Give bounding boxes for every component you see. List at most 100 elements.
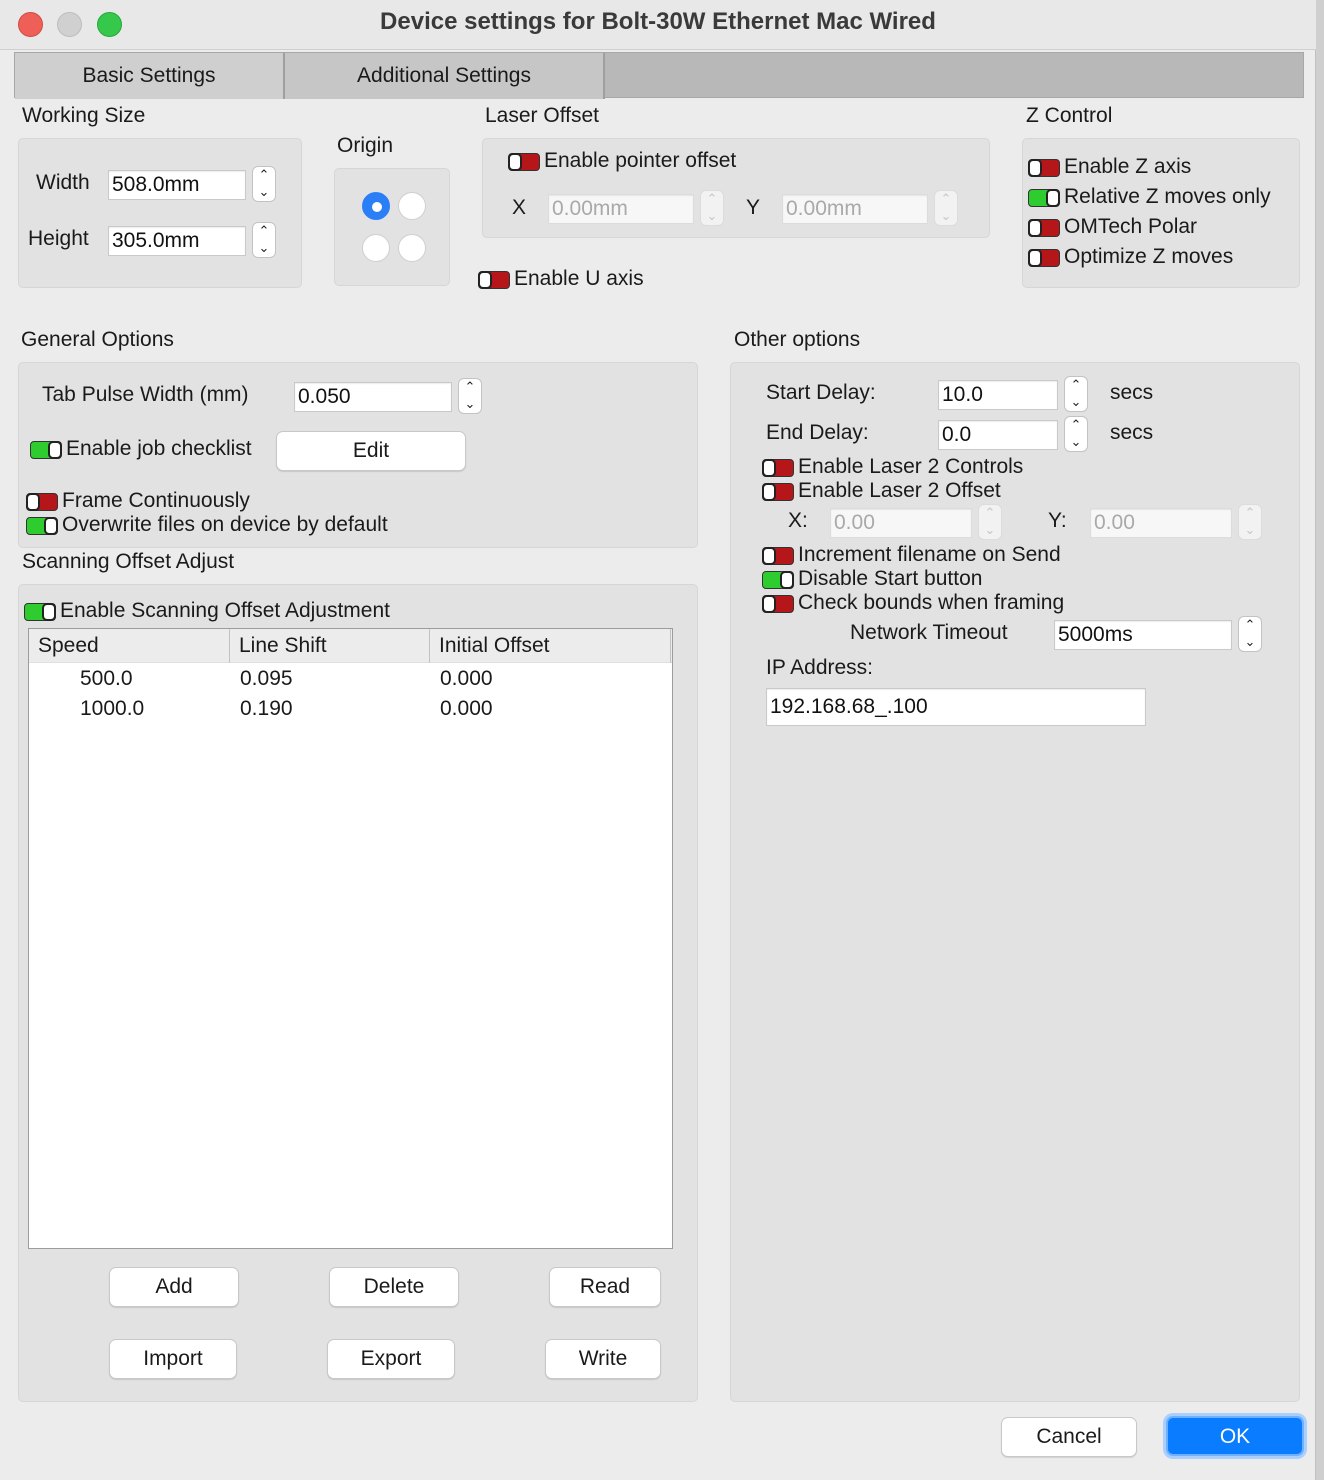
cell-initial-offset: 0.000 — [440, 697, 493, 720]
network-timeout-label: Network Timeout — [850, 621, 1008, 644]
working-size-title: Working Size — [22, 104, 146, 127]
device-settings-window: Device settings for Bolt-30W Ethernet Ma… — [0, 0, 1316, 1480]
height-label: Height — [28, 227, 89, 250]
tab-pulse-stepper[interactable]: ⌃ ⌄ — [458, 378, 482, 414]
end-delay-input[interactable]: 0.0 — [938, 420, 1058, 450]
cancel-button[interactable]: Cancel — [1001, 1417, 1137, 1457]
disable-start-toggle[interactable] — [762, 571, 794, 589]
end-delay-unit: secs — [1110, 421, 1154, 444]
cell-initial-offset: 0.000 — [440, 667, 493, 690]
job-checklist-toggle[interactable] — [30, 441, 62, 459]
width-label: Width — [36, 171, 90, 194]
scanning-offset-table[interactable]: Speed Line Shift Initial Offset 500.0 0.… — [28, 628, 673, 1249]
origin-top-right-radio[interactable] — [398, 192, 426, 220]
cell-line-shift: 0.190 — [240, 697, 293, 720]
pointer-offset-toggle[interactable] — [508, 153, 540, 171]
ip-address-label: IP Address: — [766, 656, 874, 679]
offset-y-label: Y — [746, 196, 761, 219]
check-bounds-label: Check bounds when framing — [798, 591, 1065, 614]
z-control-title: Z Control — [1026, 104, 1113, 127]
offset-x-stepper[interactable]: ⌃ ⌄ — [700, 190, 724, 226]
increment-filename-label: Increment filename on Send — [798, 543, 1061, 566]
origin-bottom-left-radio[interactable] — [362, 234, 390, 262]
laser2-y-stepper[interactable]: ⌃ ⌄ — [1238, 504, 1262, 540]
laser2-x-label: X: — [788, 509, 808, 532]
u-axis-label: Enable U axis — [514, 267, 644, 290]
enable-z-axis-toggle[interactable] — [1028, 159, 1060, 177]
network-timeout-input[interactable]: 5000ms — [1054, 620, 1232, 650]
write-button[interactable]: Write — [545, 1339, 661, 1379]
tab-pulse-input[interactable]: 0.050 — [294, 382, 452, 412]
network-timeout-stepper[interactable]: ⌃ ⌄ — [1238, 616, 1262, 652]
laser2-y-input[interactable]: 0.00 — [1090, 508, 1232, 538]
title-bar: Device settings for Bolt-30W Ethernet Ma… — [0, 0, 1316, 50]
origin-title: Origin — [337, 134, 394, 157]
cell-speed: 1000.0 — [80, 697, 145, 720]
width-stepper[interactable]: ⌃ ⌄ — [252, 166, 276, 202]
column-header-line-shift[interactable]: Line Shift — [230, 629, 430, 663]
end-delay-label: End Delay: — [766, 421, 869, 444]
start-delay-input[interactable]: 10.0 — [938, 380, 1058, 410]
height-stepper[interactable]: ⌃ ⌄ — [252, 222, 276, 258]
laser2-controls-toggle[interactable] — [762, 459, 794, 477]
laser2-y-label: Y: — [1048, 509, 1067, 532]
offset-y-stepper[interactable]: ⌃ ⌄ — [934, 190, 958, 226]
laser2-offset-toggle[interactable] — [762, 483, 794, 501]
delete-button[interactable]: Delete — [329, 1267, 459, 1307]
working-size-group — [18, 138, 302, 288]
relative-z-label: Relative Z moves only — [1064, 185, 1271, 208]
tab-basic-settings[interactable]: Basic Settings — [15, 53, 285, 99]
ok-button[interactable]: OK — [1166, 1416, 1304, 1456]
offset-y-input[interactable]: 0.00mm — [782, 194, 928, 224]
cell-line-shift: 0.095 — [240, 667, 293, 690]
offset-x-input[interactable]: 0.00mm — [548, 194, 694, 224]
column-header-speed[interactable]: Speed — [29, 629, 230, 663]
scanning-offset-title: Scanning Offset Adjust — [22, 550, 235, 573]
overwrite-files-toggle[interactable] — [26, 517, 58, 535]
job-checklist-label: Enable job checklist — [66, 437, 252, 460]
check-bounds-toggle[interactable] — [762, 595, 794, 613]
frame-continuously-toggle[interactable] — [26, 493, 58, 511]
ip-address-input[interactable]: 192.168.68_.100 — [766, 688, 1146, 726]
tab-pulse-label: Tab Pulse Width (mm) — [42, 383, 249, 406]
import-button[interactable]: Import — [109, 1339, 237, 1379]
laser2-controls-label: Enable Laser 2 Controls — [798, 455, 1024, 478]
table-header: Speed Line Shift Initial Offset — [29, 629, 672, 663]
scanning-offset-label: Enable Scanning Offset Adjustment — [60, 599, 390, 622]
laser2-x-input[interactable]: 0.00 — [830, 508, 972, 538]
tab-additional-settings[interactable]: Additional Settings — [285, 53, 605, 99]
optimize-z-label: Optimize Z moves — [1064, 245, 1234, 268]
origin-top-left-radio[interactable] — [362, 192, 390, 220]
u-axis-toggle[interactable] — [478, 271, 510, 289]
height-input[interactable]: 305.0mm — [108, 226, 246, 256]
overwrite-files-label: Overwrite files on device by default — [62, 513, 388, 536]
start-delay-stepper[interactable]: ⌃ ⌄ — [1064, 376, 1088, 412]
omtech-polar-label: OMTech Polar — [1064, 215, 1198, 238]
edit-checklist-button[interactable]: Edit — [276, 431, 466, 471]
start-delay-unit: secs — [1110, 381, 1154, 404]
start-delay-label: Start Delay: — [766, 381, 876, 404]
laser2-x-stepper[interactable]: ⌃ ⌄ — [978, 504, 1002, 540]
disable-start-label: Disable Start button — [798, 567, 983, 590]
laser-offset-title: Laser Offset — [485, 104, 600, 127]
export-button[interactable]: Export — [327, 1339, 455, 1379]
increment-filename-toggle[interactable] — [762, 547, 794, 565]
add-button[interactable]: Add — [109, 1267, 239, 1307]
enable-z-axis-label: Enable Z axis — [1064, 155, 1192, 178]
window-title: Device settings for Bolt-30W Ethernet Ma… — [380, 8, 936, 35]
column-header-initial-offset[interactable]: Initial Offset — [430, 629, 671, 663]
width-input[interactable]: 508.0mm — [108, 170, 246, 200]
origin-bottom-right-radio[interactable] — [398, 234, 426, 262]
cell-speed: 500.0 — [80, 667, 133, 690]
laser2-offset-label: Enable Laser 2 Offset — [798, 479, 1001, 502]
origin-group — [334, 168, 450, 286]
scanning-offset-toggle[interactable] — [24, 603, 56, 621]
pointer-offset-label: Enable pointer offset — [544, 149, 737, 172]
read-button[interactable]: Read — [549, 1267, 661, 1307]
end-delay-stepper[interactable]: ⌃ ⌄ — [1064, 416, 1088, 452]
optimize-z-toggle[interactable] — [1028, 249, 1060, 267]
offset-x-label: X — [512, 196, 527, 219]
relative-z-toggle[interactable] — [1028, 189, 1060, 207]
tab-bar: Basic Settings Additional Settings — [14, 52, 1304, 99]
omtech-polar-toggle[interactable] — [1028, 219, 1060, 237]
